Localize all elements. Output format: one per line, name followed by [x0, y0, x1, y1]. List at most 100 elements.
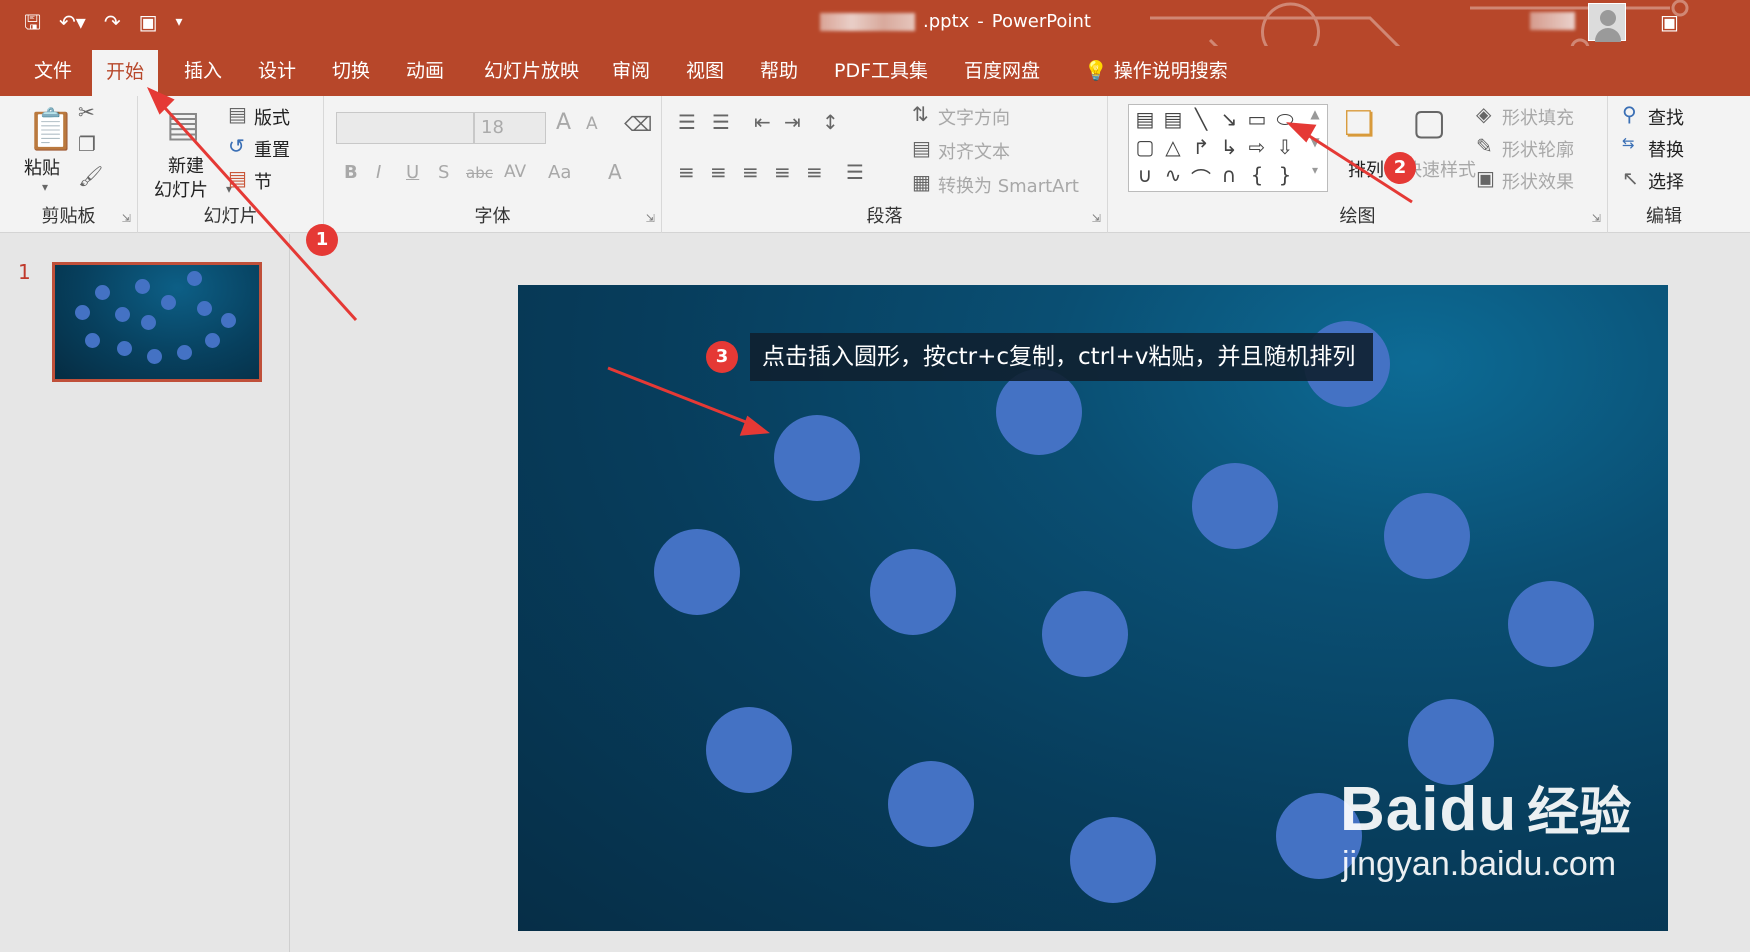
increase-indent-icon[interactable]: ⇥ — [784, 110, 801, 134]
align-left-icon[interactable]: ≡ — [678, 160, 695, 184]
elbow-arrow-connector-shape-icon[interactable]: ↳ — [1217, 135, 1241, 159]
quick-styles-icon[interactable]: ▢ — [1412, 102, 1446, 143]
cut-icon[interactable]: ✂ — [78, 100, 95, 124]
numbering-icon[interactable]: ☰ — [712, 110, 730, 134]
gallery-scroll-down-icon[interactable]: ▼ — [1303, 135, 1327, 149]
undo-icon[interactable]: ↶▾ — [59, 10, 86, 34]
find-button[interactable]: 查找 — [1648, 104, 1684, 130]
select-icon[interactable]: ↖ — [1622, 166, 1639, 190]
section-icon[interactable]: ▤ — [228, 166, 247, 190]
bold-button[interactable]: B — [344, 162, 358, 183]
circle-shape[interactable] — [774, 415, 860, 501]
tab-insert[interactable]: 插入 — [170, 46, 236, 96]
left-brace-shape-icon[interactable]: { — [1245, 163, 1269, 187]
curve-shape-icon[interactable]: ∩ — [1217, 163, 1241, 187]
justify-icon[interactable]: ≡ — [774, 160, 791, 184]
freeform-shape-icon[interactable]: ∪ — [1133, 163, 1157, 187]
circle-shape[interactable] — [888, 761, 974, 847]
tab-animations[interactable]: 动画 — [392, 46, 458, 96]
select-button[interactable]: 选择 — [1648, 168, 1684, 194]
gallery-more-icon[interactable]: ▾ — [1303, 163, 1327, 177]
tab-slideshow[interactable]: 幻灯片放映 — [470, 46, 593, 96]
drawing-launcher-icon[interactable]: ⇲ — [1592, 212, 1601, 225]
elbow-connector-shape-icon[interactable]: ↱ — [1189, 135, 1213, 159]
redo-icon[interactable]: ↷ — [104, 10, 121, 34]
underline-button[interactable]: U — [406, 162, 419, 183]
line-spacing-icon[interactable]: ↕ — [822, 110, 839, 134]
circle-shape[interactable] — [1042, 591, 1128, 677]
rectangle-shape-icon[interactable]: ▭ — [1245, 107, 1269, 131]
section-button[interactable]: 节 — [254, 168, 272, 194]
circle-shape[interactable] — [654, 529, 740, 615]
tab-design[interactable]: 设计 — [244, 46, 310, 96]
customize-qat-icon[interactable]: ▾ — [176, 10, 183, 34]
grow-font-button[interactable]: A — [556, 110, 571, 135]
tab-file[interactable]: 文件 — [20, 46, 86, 96]
tab-baidu-netdisk[interactable]: 百度网盘 — [950, 46, 1054, 96]
font-name-input[interactable] — [336, 112, 474, 144]
decrease-indent-icon[interactable]: ⇤ — [754, 110, 771, 134]
line-shape-icon[interactable]: ╲ — [1189, 107, 1213, 131]
font-launcher-icon[interactable]: ⇲ — [646, 212, 655, 225]
align-text-button[interactable]: 对齐文本 — [938, 138, 1010, 164]
paste-icon[interactable]: 📋 — [26, 106, 76, 153]
smartart-icon[interactable]: ▦ — [912, 170, 931, 194]
shape-outline-button[interactable]: 形状轮廓 — [1502, 136, 1574, 162]
text-direction-icon[interactable]: ⇅ — [912, 102, 929, 126]
slide-thumbnail[interactable] — [52, 262, 262, 382]
avatar[interactable] — [1588, 3, 1626, 42]
circle-shape[interactable] — [1070, 817, 1156, 903]
italic-button[interactable]: I — [376, 162, 381, 183]
tab-review[interactable]: 审阅 — [598, 46, 664, 96]
shape-outline-icon[interactable]: ✎ — [1476, 134, 1493, 158]
tab-help[interactable]: 帮助 — [746, 46, 812, 96]
clipboard-launcher-icon[interactable]: ⇲ — [122, 212, 131, 225]
new-slide-label-2[interactable]: 幻灯片 — [154, 176, 208, 202]
tab-home[interactable]: 开始 — [92, 50, 159, 96]
triangle-shape-icon[interactable]: △ — [1161, 135, 1185, 159]
shape-fill-button[interactable]: 形状填充 — [1502, 104, 1574, 130]
shapes-gallery[interactable]: ▤ ▤ ╲ ↘ ▭ ⬭ ▢ △ ↱ ↳ ⇨ ⇩ ∪ ∿ ⌒ ∩ { } ▲ ▼ … — [1128, 104, 1328, 192]
circle-shape[interactable] — [1384, 493, 1470, 579]
font-size-input[interactable]: 18 — [474, 112, 546, 144]
paste-dropdown-icon[interactable]: ▾ — [42, 180, 48, 194]
circle-shape[interactable] — [1192, 463, 1278, 549]
rounded-rectangle-shape-icon[interactable]: ▢ — [1133, 135, 1157, 159]
arc-shape-icon[interactable]: ⌒ — [1189, 163, 1213, 192]
font-color-button[interactable]: A — [608, 160, 622, 184]
down-arrow-shape-icon[interactable]: ⇩ — [1273, 135, 1297, 159]
text-direction-button[interactable]: 文字方向 — [938, 104, 1010, 130]
reset-button[interactable]: 重置 — [254, 136, 290, 162]
scribble-shape-icon[interactable]: ∿ — [1161, 163, 1185, 187]
clear-format-icon[interactable]: ⌫ — [624, 112, 652, 136]
circle-shape[interactable] — [1508, 581, 1594, 667]
paragraph-launcher-icon[interactable]: ⇲ — [1092, 212, 1101, 225]
align-text-icon[interactable]: ▤ — [912, 136, 931, 160]
change-case-button[interactable]: Aa — [548, 162, 571, 183]
tab-pdf-tools[interactable]: PDF工具集 — [820, 46, 942, 96]
replace-icon[interactable]: ⇆ — [1622, 134, 1635, 152]
gallery-scroll-up-icon[interactable]: ▲ — [1303, 107, 1327, 121]
save-icon[interactable]: 🖫 — [24, 10, 41, 34]
format-painter-icon[interactable]: 🖌 — [78, 164, 103, 188]
shadow-button[interactable]: S — [438, 162, 449, 183]
replace-button[interactable]: 替换 — [1648, 136, 1684, 162]
strikethrough-button[interactable]: abc — [466, 164, 493, 182]
shape-effects-button[interactable]: 形状效果 — [1502, 168, 1574, 194]
oval-shape-icon[interactable]: ⬭ — [1273, 107, 1297, 131]
columns-icon[interactable]: ☰ — [846, 160, 864, 184]
convert-smartart-button[interactable]: 转换为 SmartArt — [938, 172, 1079, 198]
new-slide-icon[interactable]: ▤ — [166, 104, 200, 145]
tell-me-search[interactable]: 💡 操作说明搜索 — [1070, 46, 1242, 96]
char-spacing-button[interactable]: AV — [504, 162, 526, 182]
circle-shape[interactable] — [996, 369, 1082, 455]
align-center-icon[interactable]: ≡ — [710, 160, 727, 184]
circle-shape[interactable] — [706, 707, 792, 793]
find-icon[interactable]: ⚲ — [1622, 102, 1637, 126]
layout-icon[interactable]: ▤ — [228, 102, 247, 126]
shape-fill-icon[interactable]: ◈ — [1476, 102, 1491, 126]
from-beginning-icon[interactable]: ▣ — [139, 10, 158, 34]
align-right-icon[interactable]: ≡ — [742, 160, 759, 184]
vertical-text-box-shape-icon[interactable]: ▤ — [1161, 107, 1185, 131]
layout-button[interactable]: 版式 — [254, 104, 290, 130]
